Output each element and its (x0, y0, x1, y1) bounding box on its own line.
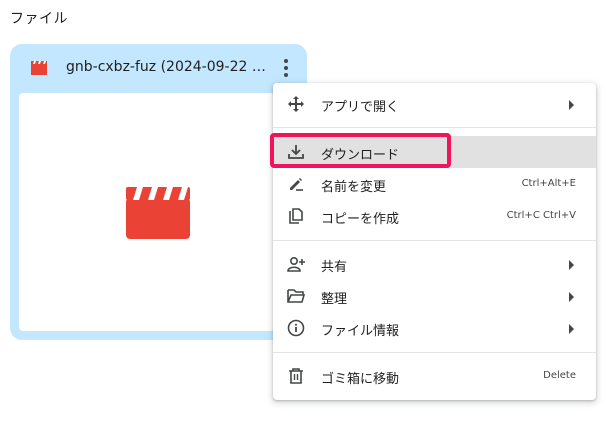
copy-icon (286, 206, 306, 226)
file-card-header[interactable]: gnb-cxbz-fuz (2024-09-22 … (10, 44, 307, 92)
menu-item-rename[interactable]: 名前を変更 Ctrl+Alt+E (273, 168, 596, 200)
share-person-add-icon (286, 254, 306, 274)
menu-item-download[interactable]: ダウンロード (273, 136, 596, 168)
menu-label: ダウンロード (321, 148, 400, 163)
menu-item-share[interactable]: 共有 (273, 248, 596, 280)
menu-shortcut: Delete (543, 370, 576, 381)
chevron-right-icon (569, 100, 574, 110)
menu-shortcut: Ctrl+Alt+E (521, 178, 576, 189)
menu-item-make-copy[interactable]: コピーを作成 Ctrl+C Ctrl+V (273, 200, 596, 232)
menu-label: 名前を変更 (321, 180, 387, 195)
menu-divider (273, 352, 596, 353)
chevron-right-icon (569, 260, 574, 270)
menu-item-organize[interactable]: 整理 (273, 280, 596, 312)
video-clapperboard-icon (31, 61, 47, 75)
file-thumbnail[interactable] (19, 93, 298, 331)
chevron-right-icon (569, 292, 574, 302)
menu-label: 整理 (321, 292, 348, 307)
menu-label: ゴミ箱に移動 (321, 372, 400, 387)
download-icon (286, 142, 306, 162)
menu-label: アプリで開く (321, 100, 400, 115)
video-thumbnail-icon (126, 187, 190, 239)
menu-shortcut: Ctrl+C Ctrl+V (506, 210, 576, 221)
menu-item-open-with[interactable]: アプリで開く (273, 88, 596, 120)
menu-label: ファイル情報 (321, 324, 400, 339)
menu-item-move-to-trash[interactable]: ゴミ箱に移動 Delete (273, 360, 596, 392)
section-title: ファイル (10, 11, 68, 27)
more-vert-icon[interactable] (274, 56, 298, 80)
trash-icon (286, 366, 306, 386)
menu-divider (273, 240, 596, 241)
context-menu: アプリで開く ダウンロード 名前を変更 Ctrl+Alt+E コピーを作成 Ct… (273, 83, 596, 400)
info-icon (286, 318, 306, 338)
menu-label: コピーを作成 (321, 212, 400, 227)
file-name: gnb-cxbz-fuz (2024-09-22 … (66, 59, 266, 75)
file-card[interactable]: gnb-cxbz-fuz (2024-09-22 … (10, 44, 307, 340)
rename-icon (286, 174, 306, 194)
menu-divider (273, 127, 596, 128)
menu-item-file-info[interactable]: ファイル情報 (273, 312, 596, 344)
chevron-right-icon (569, 324, 574, 334)
folder-open-icon (286, 286, 306, 306)
menu-label: 共有 (321, 260, 348, 275)
open-with-icon (286, 94, 306, 114)
